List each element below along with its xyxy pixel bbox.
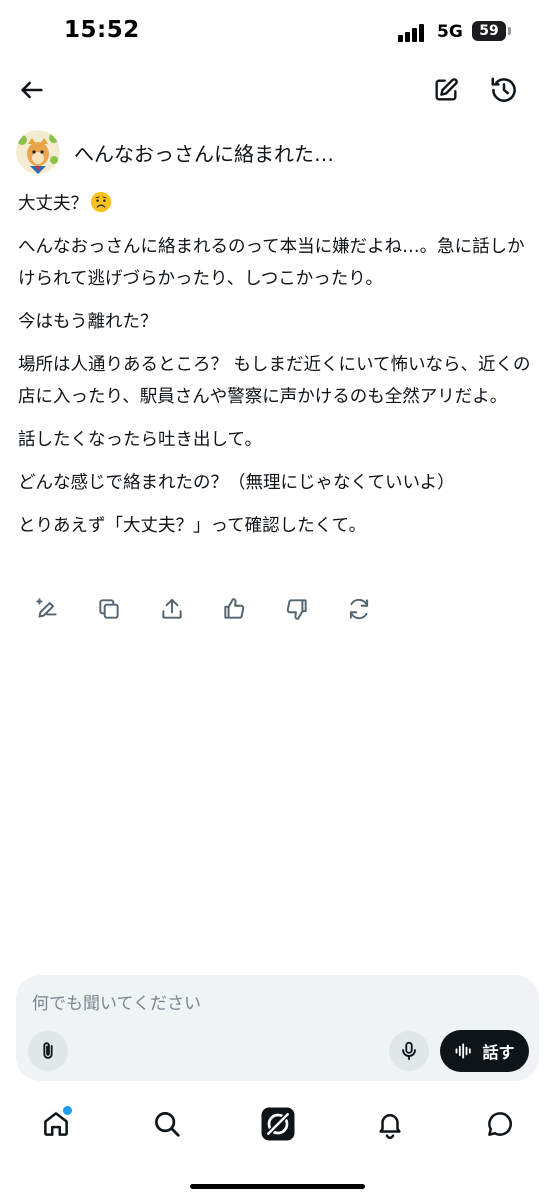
thumbs-up-icon [224, 598, 245, 619]
messages-icon [488, 1112, 512, 1136]
copy-icon [99, 599, 119, 619]
nav-grok[interactable] [258, 1104, 298, 1144]
avatar-dog-icon [16, 130, 60, 174]
battery-tip [508, 27, 511, 35]
message-paragraph: どんな感じで絡まれたの？（無理にじゃなくていいよ） [18, 473, 455, 493]
nav-notifications[interactable] [370, 1104, 410, 1144]
attach-button[interactable] [28, 1031, 68, 1071]
compose-icon [435, 78, 458, 101]
copy-button[interactable] [94, 594, 124, 624]
cellular-signal-icon [398, 24, 428, 42]
message-paragraph: とりあえず「大丈夫？」って確認したくて。 [18, 516, 367, 536]
thumbs-down-icon [286, 599, 307, 620]
dislike-button[interactable] [282, 594, 312, 624]
message-paragraph: 今はもう離れた？ [18, 312, 158, 332]
worried-face-icon [90, 191, 112, 213]
nav-search[interactable] [147, 1104, 187, 1144]
composer: 話す [16, 975, 539, 1081]
speak-button[interactable]: 話す [440, 1030, 529, 1072]
battery-icon: 59 [472, 21, 506, 41]
edit-sparkle-icon [36, 598, 57, 618]
search-icon [155, 1112, 180, 1137]
grok-icon [261, 1107, 295, 1141]
message-input[interactable] [32, 991, 512, 1017]
share-icon [162, 598, 182, 619]
history-icon [491, 77, 516, 102]
new-chat-button[interactable] [428, 72, 464, 108]
home-indicator [190, 1184, 365, 1189]
edit-sparkle-button[interactable] [32, 594, 62, 624]
back-button[interactable] [14, 72, 50, 108]
nav-messages[interactable] [480, 1104, 520, 1144]
assistant-message: 大丈夫？ へんなおっさんに絡まれるのって本当に嫌だよね…。急に話しかけられて逃げ… [18, 188, 533, 553]
notification-dot [62, 1105, 73, 1116]
speak-label: 話す [482, 1043, 515, 1062]
message-paragraph: へんなおっさんに絡まれるのって本当に嫌だよね…。急に話しかけられて逃げづらかった… [18, 237, 525, 289]
notifications-icon [379, 1114, 401, 1139]
arrow-left-icon [21, 81, 43, 99]
bottom-nav [0, 1100, 555, 1160]
message-paragraph: 話したくなったら吐き出して。 [18, 430, 262, 450]
paperclip-icon [43, 1042, 53, 1059]
history-button[interactable] [486, 72, 522, 108]
avatar[interactable] [16, 130, 60, 174]
waveform-icon [456, 1043, 472, 1059]
regenerate-icon [349, 598, 369, 620]
microphone-icon [402, 1041, 416, 1061]
battery-level: 59 [479, 23, 499, 39]
message-paragraph: 場所は人通りあるところ？ もしまだ近くにいて怖いなら、近くの店に入ったり、駅員さ… [18, 355, 531, 407]
message-paragraph: 大丈夫？ [18, 188, 533, 220]
message-actions [32, 594, 392, 626]
regenerate-button[interactable] [344, 594, 374, 624]
status-bar: 15:52 5G 59 [0, 0, 555, 68]
share-button[interactable] [157, 594, 187, 624]
status-time: 15:52 [64, 17, 140, 43]
thread-title: へんなおっさんに絡まれた… [74, 142, 334, 166]
like-button[interactable] [219, 594, 249, 624]
network-type: 5G [437, 22, 463, 42]
voice-input-button[interactable] [389, 1031, 429, 1071]
